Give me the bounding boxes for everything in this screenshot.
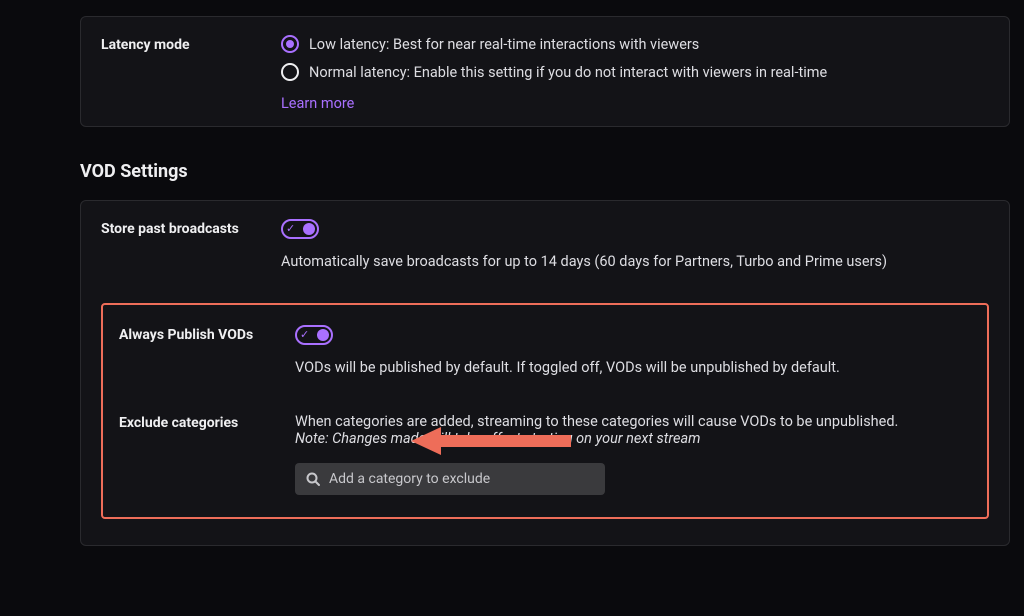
always-publish-row: Always Publish VODs ✓ VODs will be publi…: [107, 325, 971, 379]
latency-option-text: Normal latency: Enable this setting if y…: [309, 64, 827, 81]
learn-more-link[interactable]: Learn more: [281, 95, 354, 112]
exclude-category-input[interactable]: [329, 471, 595, 487]
check-icon: ✓: [286, 223, 295, 234]
store-label: Store past broadcasts: [101, 219, 261, 237]
latency-option-low[interactable]: Low latency: Best for near real-time int…: [281, 35, 989, 53]
check-icon: ✓: [300, 329, 309, 340]
toggle-knob: [303, 223, 315, 235]
latency-option-normal[interactable]: Normal latency: Enable this setting if y…: [281, 63, 989, 81]
exclude-categories-row: Exclude categories When categories are a…: [107, 413, 971, 495]
vod-settings-card: Store past broadcasts ✓ Automatically sa…: [80, 200, 1010, 546]
publish-toggle[interactable]: ✓: [295, 325, 333, 345]
highlighted-vod-subsection: Always Publish VODs ✓ VODs will be publi…: [101, 303, 989, 519]
publish-label: Always Publish VODs: [107, 325, 275, 343]
radio-icon: [281, 35, 299, 53]
store-toggle[interactable]: ✓: [281, 219, 319, 239]
toggle-knob: [317, 329, 329, 341]
store-desc: Automatically save broadcasts for up to …: [281, 251, 989, 273]
exclude-search-field[interactable]: [295, 463, 605, 495]
store-past-broadcasts-row: Store past broadcasts ✓ Automatically sa…: [101, 219, 989, 273]
latency-option-text: Low latency: Best for near real-time int…: [309, 36, 699, 53]
exclude-note: Note: Changes made will take effect star…: [295, 430, 971, 447]
exclude-desc: When categories are added, streaming to …: [295, 413, 971, 430]
search-icon: [305, 471, 321, 487]
publish-desc: VODs will be published by default. If to…: [295, 357, 971, 379]
exclude-label: Exclude categories: [107, 413, 275, 431]
latency-card: Latency mode Low latency: Best for near …: [80, 16, 1010, 127]
vod-settings-title: VOD Settings: [80, 161, 1024, 182]
radio-icon: [281, 63, 299, 81]
latency-label: Latency mode: [101, 35, 261, 53]
